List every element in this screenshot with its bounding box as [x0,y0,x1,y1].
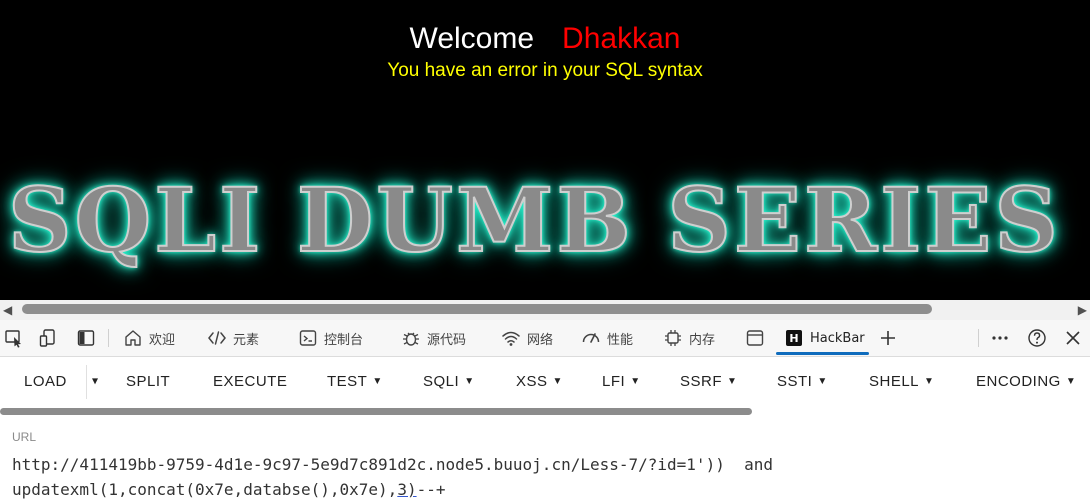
sqli-menu-button[interactable]: SQLI ▼ [423,373,475,390]
wifi-icon [502,331,520,346]
toolbar-divider [108,329,109,347]
add-tab-icon[interactable] [878,328,898,348]
more-options-icon[interactable] [990,328,1010,348]
tab-label: 网络 [527,332,554,348]
page-viewport: Welcome Dhakkan You have an error in your… [0,0,1090,300]
dock-side-icon[interactable] [76,328,96,348]
split-button[interactable]: SPLIT [126,373,170,390]
caret-down-icon: ▼ [817,376,828,387]
tab-label: 内存 [689,332,716,348]
url-line-2-marked: 3) [397,480,417,499]
code-icon [208,331,226,345]
scroll-left-arrow-icon[interactable]: ◀ [3,302,12,318]
sqli-dumb-series-banner: SQLI DUMB SERIES [7,167,1061,273]
tab-console[interactable]: 控制台 [298,328,363,348]
caret-down-icon: ▼ [630,376,641,387]
console-icon [299,330,317,346]
bug-icon [403,332,419,346]
caret-down-icon: ▼ [727,376,738,387]
ssrf-menu-button[interactable]: SSRF ▼ [680,373,737,390]
tab-elements[interactable]: 元素 [207,328,259,348]
app-window-icon[interactable] [745,328,765,348]
tab-welcome[interactable]: 欢迎 [123,328,175,348]
tab-label: 性能 [607,332,634,348]
welcome-text: Welcome [409,22,535,55]
url-input[interactable]: http://411419bb-9759-4d1e-9c97-5e9d7c891… [12,452,1082,502]
sql-error-message: You have an error in your SQL syntax [387,60,703,81]
encoding-menu-button[interactable]: ENCODING ▼ [976,373,1076,390]
username-text: Dhakkan [562,22,681,55]
shell-menu-button[interactable]: SHELL ▼ [869,373,934,390]
devtools-tab-bar: 欢迎 元素 控制台 源代码 网络 性能 内存 H HackBar [0,320,1090,357]
url-line-2-end: --+ [416,480,446,499]
help-icon[interactable] [1027,328,1047,348]
tab-label: 控制台 [324,332,364,348]
page-horizontal-scrollbar[interactable]: ◀ ▶ [0,300,1090,320]
tab-label: 元素 [233,332,260,348]
caret-down-icon: ▼ [924,376,935,387]
hackbar-toolbar-scrollbar[interactable] [0,408,752,415]
tab-label: HackBar [810,330,865,346]
hackbar-toolbar: LOAD ▼ SPLIT EXECUTE TEST ▼ SQLI ▼ XSS ▼ LF… [0,357,1090,407]
gauge-icon [582,333,600,343]
load-divider [86,365,87,399]
url-line-2-start: updatexml(1,concat(0x7e,databse(),0x7e), [12,480,398,499]
scroll-right-arrow-icon[interactable]: ▶ [1078,302,1087,318]
welcome-line: Welcome Dhakkan [0,22,1090,56]
toolbar-divider [978,329,979,347]
load-dropdown-caret-icon[interactable]: ▼ [92,376,98,387]
device-emulation-icon[interactable] [39,328,59,348]
lfi-menu-button[interactable]: LFI ▼ [602,373,641,390]
tab-network[interactable]: 网络 [501,328,553,348]
tab-performance[interactable]: 性能 [581,328,633,348]
caret-down-icon: ▼ [1065,376,1077,387]
execute-button[interactable]: EXECUTE [213,373,287,390]
hackbar-icon: H [786,330,802,346]
tab-hackbar[interactable]: H HackBar [776,328,869,355]
chip-icon [665,330,681,346]
home-icon [125,330,141,346]
caret-down-icon: ▼ [372,376,383,387]
caret-down-icon: ▼ [552,376,563,387]
scrollbar-thumb[interactable] [22,304,932,314]
tab-label: 源代码 [427,332,467,348]
load-button[interactable]: LOAD [24,373,67,390]
caret-down-icon: ▼ [464,376,475,387]
close-devtools-icon[interactable] [1063,328,1083,348]
tab-sources[interactable]: 源代码 [401,328,466,348]
tab-label: 欢迎 [149,332,176,348]
url-field-label: URL [12,430,37,444]
url-line-1: http://411419bb-9759-4d1e-9c97-5e9d7c891… [12,455,773,474]
xss-menu-button[interactable]: XSS ▼ [516,373,563,390]
ssti-menu-button[interactable]: SSTI ▼ [777,373,828,390]
tab-memory[interactable]: 内存 [663,328,715,348]
inspect-element-icon[interactable] [4,328,24,348]
test-menu-button[interactable]: TEST ▼ [327,373,383,390]
